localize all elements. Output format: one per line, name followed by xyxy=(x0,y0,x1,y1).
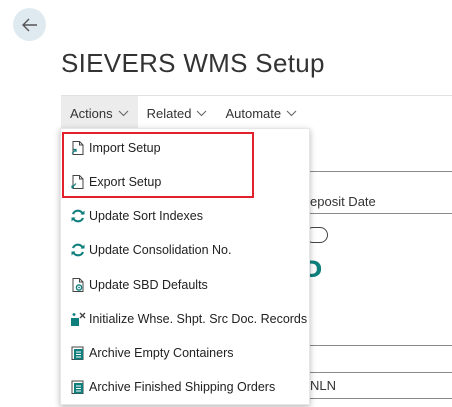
field-label: eposit Date xyxy=(310,194,376,209)
menu-item-initialize-whse-shpt[interactable]: Initialize Whse. Shpt. Src Doc. Records xyxy=(61,304,309,334)
initialize-icon xyxy=(71,312,86,326)
document-settings-icon xyxy=(72,278,84,292)
menu-item-label: Update Consolidation No. xyxy=(89,243,232,257)
menu-item-update-consolidation-no[interactable]: Update Consolidation No. xyxy=(61,235,309,265)
menu-item-archive-finished-shipping-orders[interactable]: Archive Finished Shipping Orders xyxy=(61,372,309,402)
chevron-down-icon xyxy=(286,110,297,116)
menu-item-label: Update Sort Indexes xyxy=(89,209,203,223)
menu-item-label: Initialize Whse. Shpt. Src Doc. Records xyxy=(89,312,308,326)
tab-related[interactable]: Related xyxy=(138,96,217,131)
refresh-icon xyxy=(71,209,85,223)
tab-label: Automate xyxy=(225,105,282,121)
chevron-down-icon xyxy=(197,110,207,116)
tab-actions[interactable]: Actions xyxy=(61,95,138,131)
menu-item-update-sbd-defaults[interactable]: Update SBD Defaults xyxy=(61,270,309,300)
field-underline xyxy=(309,372,452,373)
field-underline xyxy=(309,398,452,399)
archive-icon xyxy=(71,346,84,360)
menu-item-label: Update SBD Defaults xyxy=(89,278,208,292)
action-bar: Actions Related Automate xyxy=(61,95,452,131)
back-button[interactable] xyxy=(13,8,46,41)
chevron-down-icon xyxy=(118,110,129,116)
menu-item-label: Archive Empty Containers xyxy=(89,346,234,360)
tab-label: Actions xyxy=(70,105,113,121)
field-underline xyxy=(309,171,452,172)
tab-automate[interactable]: Automate xyxy=(216,96,306,131)
menu-item-update-sort-indexes[interactable]: Update Sort Indexes xyxy=(61,201,309,231)
field-value: NLN xyxy=(310,378,337,393)
arrow-left-icon xyxy=(21,18,37,31)
page-title: SIEVERS WMS Setup xyxy=(61,48,325,78)
field-underline xyxy=(309,345,452,346)
refresh-icon xyxy=(71,243,85,257)
archive-icon xyxy=(71,380,84,394)
menu-item-label: Archive Finished Shipping Orders xyxy=(89,380,276,394)
menu-item-archive-empty-containers[interactable]: Archive Empty Containers xyxy=(61,338,309,368)
field-underline xyxy=(309,213,452,214)
tab-label: Related xyxy=(146,105,192,121)
highlight-box xyxy=(62,132,254,198)
